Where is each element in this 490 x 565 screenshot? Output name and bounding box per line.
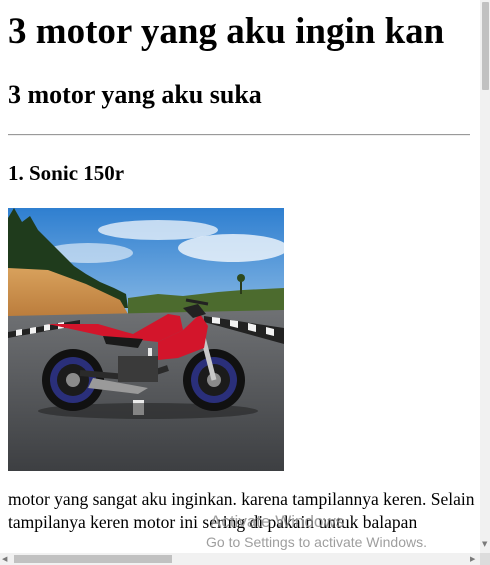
page-title: 3 motor yang aku ingin kan — [8, 11, 445, 52]
scrollbar-corner — [480, 553, 490, 565]
watermark-subtitle: Go to Settings to activate Windows. — [206, 534, 427, 550]
watermark-title: Activate Windows — [210, 512, 345, 531]
scroll-right-arrow-icon[interactable]: ▶ — [470, 555, 475, 563]
motorcycle-photo — [8, 208, 284, 471]
horizontal-rule — [8, 134, 470, 136]
page-content: 3 motor yang aku ingin kan 3 motor yang … — [0, 0, 480, 553]
item-title: 1. Sonic 150r — [8, 161, 125, 185]
scroll-left-arrow-icon[interactable]: ◀ — [2, 555, 7, 563]
scroll-down-arrow-icon[interactable]: ▼ — [482, 540, 487, 548]
horizontal-scrollbar-thumb[interactable] — [14, 555, 172, 563]
vertical-scrollbar-thumb[interactable] — [482, 2, 489, 90]
activate-windows-watermark: Activate Windows Go to Settings to activ… — [190, 512, 427, 552]
page-subtitle: 3 motor yang aku suka — [8, 80, 262, 109]
